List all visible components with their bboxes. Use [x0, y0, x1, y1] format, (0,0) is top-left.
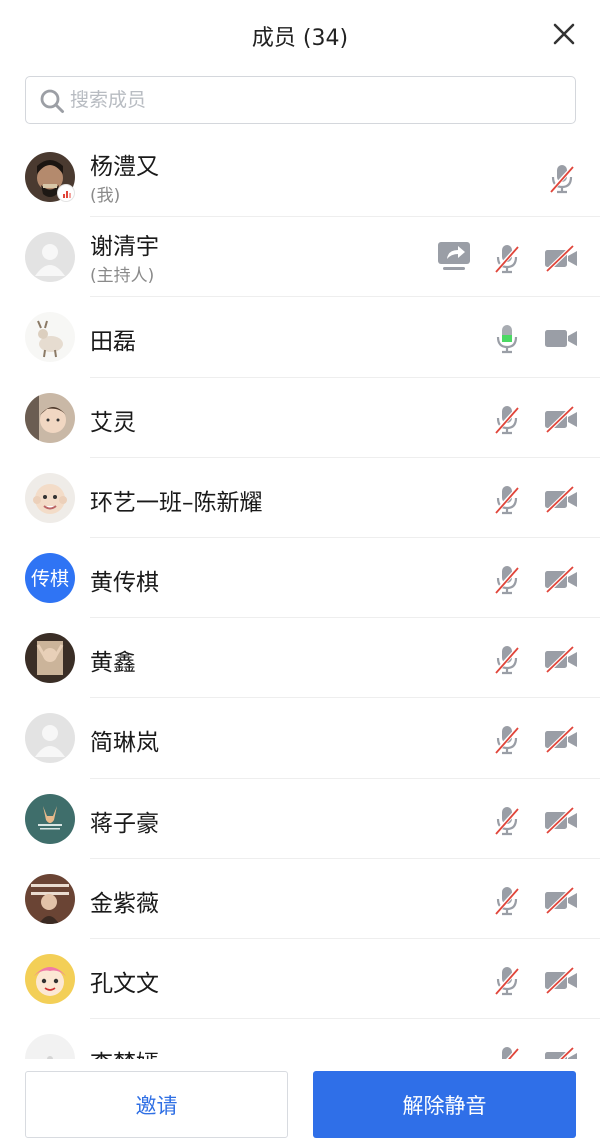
avatar	[25, 873, 75, 924]
member-name: 艾灵	[90, 409, 136, 436]
member-row[interactable]: 黄鑫	[0, 618, 600, 699]
member-name: 谢清宇	[90, 234, 159, 261]
member-row[interactable]: 简琳岚	[0, 698, 600, 779]
member-row[interactable]: 李梦嫣	[0, 1019, 600, 1059]
member-name: 田磊	[90, 329, 136, 356]
member-name: 蒋子豪	[90, 810, 159, 837]
camera-off-icon[interactable]	[543, 402, 579, 436]
screen-share-icon[interactable]	[436, 239, 472, 273]
camera-off-icon[interactable]	[543, 963, 579, 997]
header: 成员 (34)	[0, 0, 600, 72]
mic-muted-icon[interactable]	[490, 722, 524, 756]
camera-off-icon[interactable]	[543, 803, 579, 837]
mic-muted-icon[interactable]	[490, 883, 524, 917]
member-row[interactable]: 环艺一班–陈新耀	[0, 458, 600, 538]
member-row[interactable]: 蒋子豪	[0, 779, 600, 859]
mic-muted-icon[interactable]	[545, 161, 579, 195]
mic-muted-icon[interactable]	[490, 1043, 524, 1059]
close-button[interactable]	[550, 20, 578, 48]
camera-off-icon[interactable]	[543, 562, 579, 596]
member-name: 黄鑫	[90, 650, 136, 677]
avatar	[25, 392, 75, 443]
camera-off-icon[interactable]	[543, 883, 579, 917]
page-title: 成员 (34)	[251, 26, 349, 51]
search-input[interactable]	[70, 85, 560, 115]
member-name: 金紫薇	[90, 890, 159, 917]
avatar	[25, 633, 75, 684]
avatar	[25, 312, 75, 363]
member-row[interactable]: 传棋 黄传棋	[0, 538, 600, 619]
search-icon	[40, 89, 64, 113]
camera-off-icon[interactable]	[543, 241, 579, 275]
member-row[interactable]: 艾灵	[0, 378, 600, 458]
member-name: 黄传棋	[90, 569, 159, 596]
invite-button[interactable]: 邀请	[25, 1071, 288, 1138]
mic-muted-icon[interactable]	[490, 963, 524, 997]
member-name: 李梦嫣	[90, 1044, 159, 1059]
avatar	[25, 472, 75, 523]
camera-off-icon[interactable]	[543, 642, 579, 676]
member-row[interactable]: 金紫薇	[0, 859, 600, 939]
mic-muted-icon[interactable]	[490, 402, 524, 436]
member-row[interactable]: 田磊	[0, 297, 600, 378]
avatar	[25, 793, 75, 844]
member-name: 简琳岚	[90, 730, 159, 757]
mic-on-icon[interactable]	[490, 321, 524, 355]
member-name: 孔文文	[90, 970, 159, 997]
member-role: (我)	[90, 186, 121, 206]
mic-muted-icon[interactable]	[490, 642, 524, 676]
speaking-indicator-icon	[57, 184, 75, 202]
mic-muted-icon[interactable]	[490, 482, 524, 516]
member-role: (主持人)	[90, 266, 155, 287]
avatar	[25, 232, 75, 283]
mic-muted-icon[interactable]	[490, 241, 524, 275]
close-icon	[553, 23, 575, 45]
camera-off-icon[interactable]	[543, 722, 579, 756]
member-name: 环艺一班–陈新耀	[90, 489, 263, 516]
mic-muted-icon[interactable]	[490, 803, 524, 837]
footer: 邀请 解除静音	[0, 1059, 600, 1148]
avatar: 传棋	[25, 552, 75, 603]
mic-muted-icon[interactable]	[490, 562, 524, 596]
search-box[interactable]	[25, 76, 576, 124]
member-row[interactable]: 孔文文	[0, 939, 600, 1020]
member-row[interactable]: 谢清宇 (主持人)	[0, 217, 600, 298]
camera-off-icon[interactable]	[543, 1043, 579, 1059]
camera-off-icon[interactable]	[543, 482, 579, 516]
member-row[interactable]: 杨澧又 (我)	[0, 137, 600, 218]
camera-on-icon[interactable]	[543, 321, 579, 355]
member-list: 杨澧又 (我) 谢清宇 (主持人) 田磊艾灵环艺一班–陈新耀传棋 黄传棋黄鑫简琳岚蒋子豪金…	[0, 137, 600, 1059]
member-name: 杨澧又	[90, 154, 159, 180]
avatar	[25, 713, 75, 764]
avatar	[25, 1034, 75, 1059]
unmute-all-button[interactable]: 解除静音	[313, 1071, 576, 1138]
avatar	[25, 953, 75, 1004]
